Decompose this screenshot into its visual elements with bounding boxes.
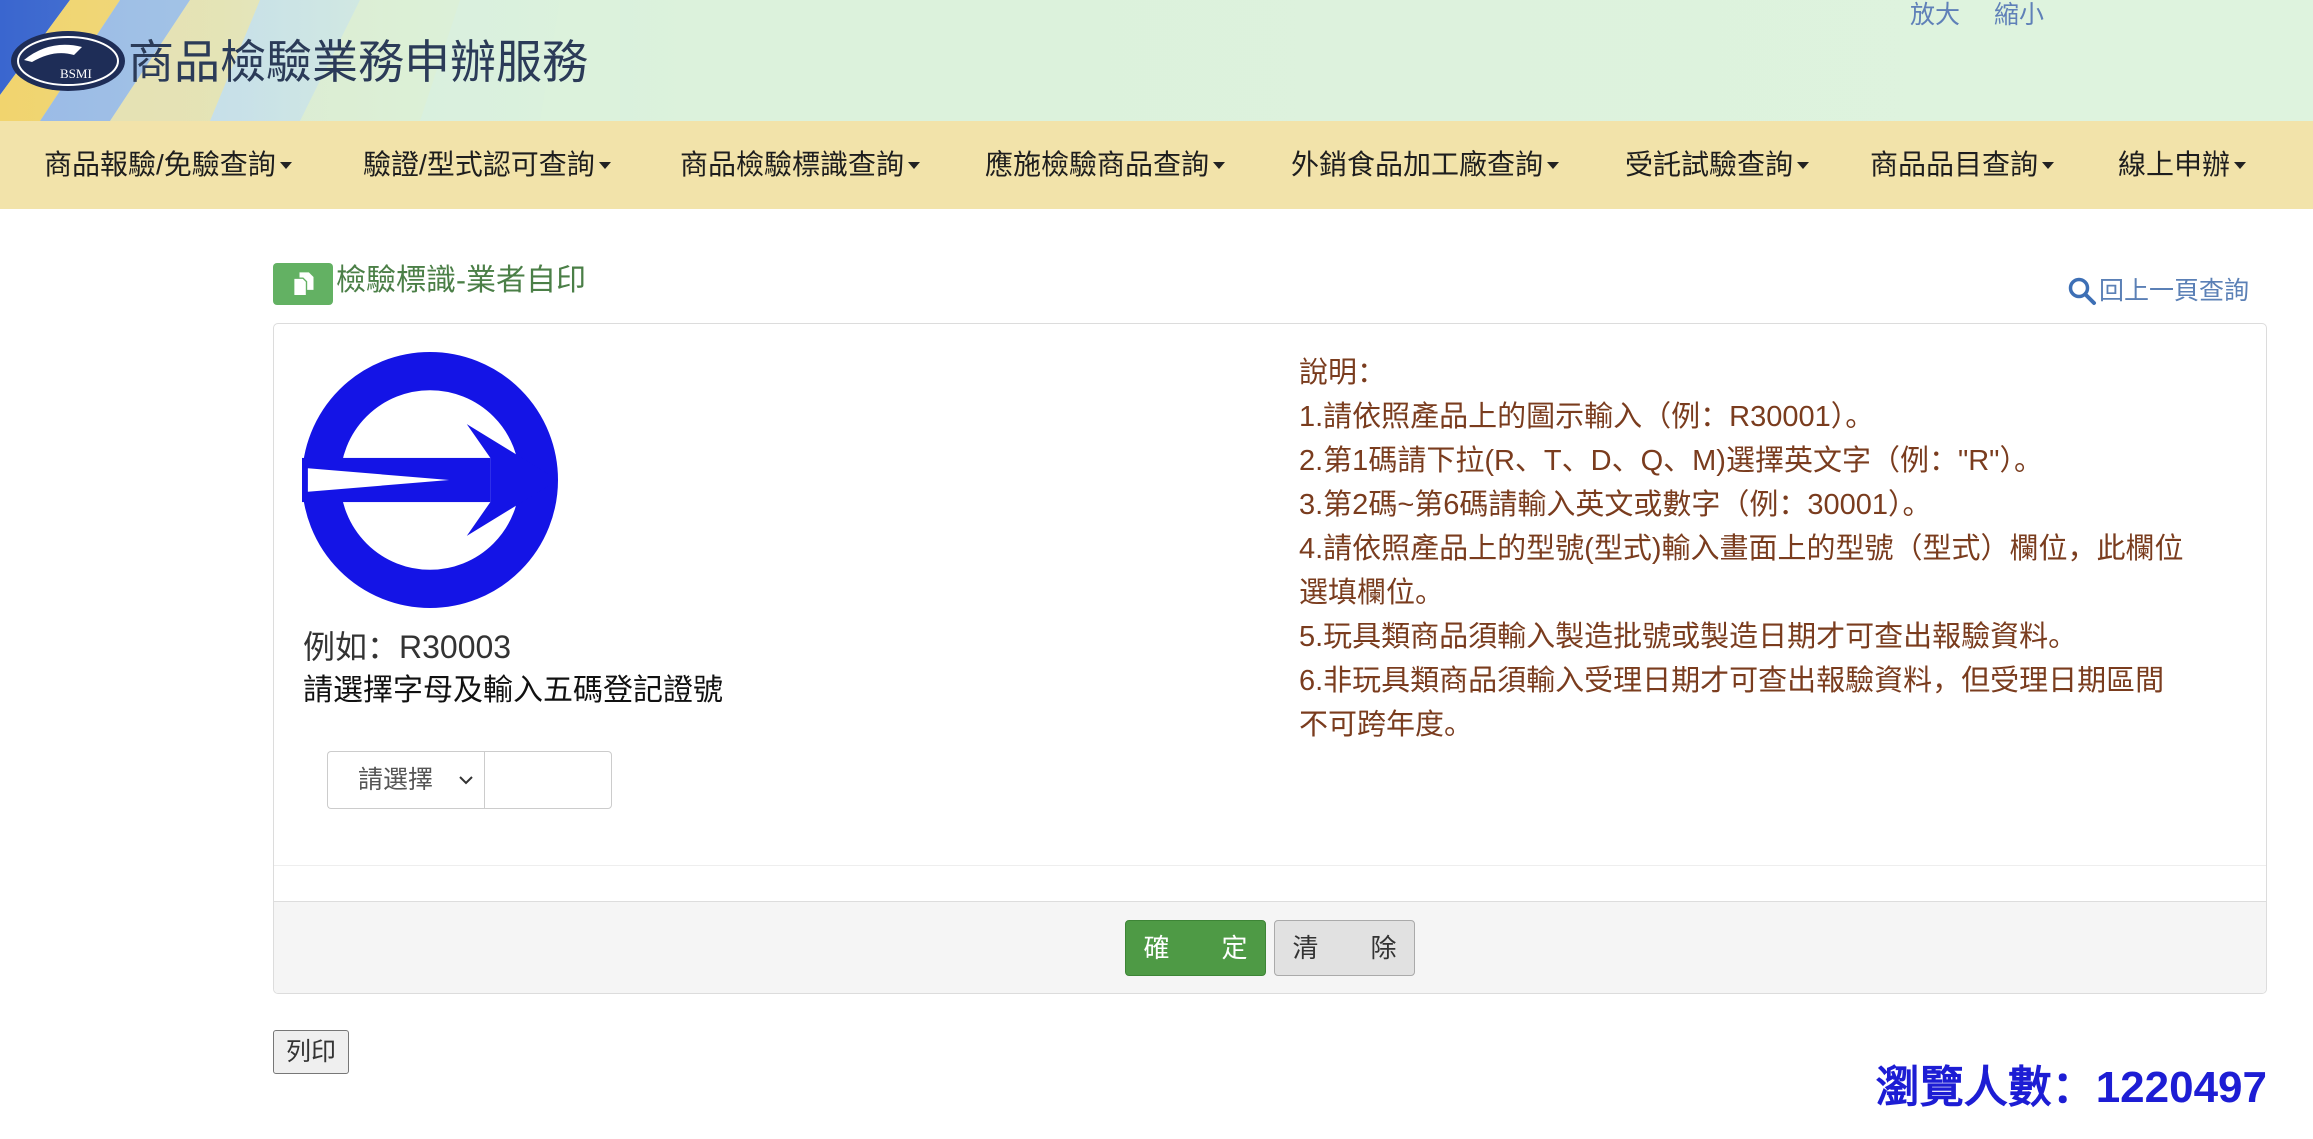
nav-item-product-category-query[interactable]: 商品品目查詢 (1870, 121, 2055, 209)
instruction-line: 1.請依照產品上的圖示輸入（例：R30001）。 (1299, 401, 1875, 433)
site-title: 商品檢驗業務申辦服務 (128, 36, 588, 88)
caret-down-icon (1547, 161, 1560, 169)
instruction-line: 6.非玩具類商品須輸入受理日期才可查出報驗資料，但受理日期區間 (1299, 665, 2165, 697)
nav-item-label: 驗證/型式認可查詢 (363, 149, 595, 180)
instruction-line: 選填欄位。 (1299, 577, 1445, 609)
nav-item-online-application[interactable]: 線上申辦 (2118, 121, 2247, 209)
zoom-out-link[interactable]: 縮小 (1994, 0, 2044, 30)
caret-down-icon (1213, 161, 1226, 169)
nav-item-inspection-mark-query[interactable]: 商品檢驗標識查詢 (680, 121, 921, 209)
back-to-previous-query-link[interactable]: 回上一頁查詢 (2066, 273, 2249, 309)
page-title: 檢驗標識-業者自印 (336, 264, 586, 297)
letter-select[interactable]: 請選擇 (327, 751, 485, 809)
chevron-down-icon (457, 771, 475, 789)
nav-item-label: 線上申辦 (2118, 149, 2231, 180)
instruction-label: 請選擇字母及輸入五碼登記證號 (303, 674, 723, 707)
copy-document-icon (273, 263, 333, 305)
nav-item-label: 外銷食品加工廠查詢 (1291, 149, 1544, 180)
instruction-item: 5.玩具類商品須輸入製造批號或製造日期才可查出報驗資料。 (1299, 615, 2239, 659)
nav-item-certification-query[interactable]: 驗證/型式認可查詢 (363, 121, 611, 209)
commodity-inspection-mark-icon (302, 352, 558, 608)
nav-item-commissioned-test-query[interactable]: 受託試驗查詢 (1625, 121, 1810, 209)
caret-down-icon (2042, 161, 2055, 169)
visitor-counter: 瀏覽人數：1220497 (1876, 1061, 2267, 1115)
nav-item-regulated-products-query[interactable]: 應施檢驗商品查詢 (985, 121, 1226, 209)
nav-item-label: 應施檢驗商品查詢 (985, 149, 1210, 180)
instruction-line: 2.第1碼請下拉(R、T、D、Q、M)選擇英文字（例："R"）。 (1299, 445, 2043, 477)
site-header: BSMI 商品檢驗業務申辦服務 放大 縮小 (0, 0, 2313, 121)
query-panel: 例如：R30003 請選擇字母及輸入五碼登記證號 請選擇 說明： 1.請依照產品… (273, 323, 2267, 994)
clear-button[interactable]: 清 除 (1274, 919, 1415, 976)
instruction-line: 3.第2碼~第6碼請輸入英文或數字（例：30001）。 (1299, 489, 1932, 521)
panel-footer: 確 定 清 除 (274, 901, 2266, 993)
instruction-line: 不可跨年度。 (1299, 709, 1474, 741)
confirm-button[interactable]: 確 定 (1125, 919, 1266, 976)
panel-divider (274, 865, 2266, 866)
instruction-item: 3.第2碼~第6碼請輸入英文或數字（例：30001）。 (1299, 483, 2239, 527)
instruction-line: 4.請依照產品上的型號(型式)輸入畫面上的型號（型式）欄位，此欄位 (1299, 533, 2184, 565)
instruction-line: 5.玩具類商品須輸入製造批號或製造日期才可查出報驗資料。 (1299, 621, 2078, 653)
caret-down-icon (908, 161, 921, 169)
bsmi-logo-icon[interactable]: BSMI (10, 30, 126, 92)
nav-item-label: 商品品目查詢 (1870, 149, 2039, 180)
caret-down-icon (2234, 161, 2247, 169)
main-nav: 商品報驗/免驗查詢 驗證/型式認可查詢 商品檢驗標識查詢 應施檢驗商品查詢 外銷… (0, 121, 2313, 209)
instructions-panel: 說明： 1.請依照產品上的圖示輸入（例：R30001）。 2.第1碼請下拉(R、… (1299, 351, 2239, 747)
nav-item-label: 受託試驗查詢 (1625, 149, 1794, 180)
visitor-count-label: 瀏覽人數： (1875, 1063, 2096, 1112)
instructions-heading: 說明： (1299, 357, 1387, 389)
print-button[interactable]: 列印 (273, 1030, 349, 1074)
caret-down-icon (598, 161, 611, 169)
nav-item-label: 商品檢驗標識查詢 (680, 149, 905, 180)
logo-text: BSMI (60, 66, 92, 81)
search-icon (2068, 277, 2096, 305)
example-label: 例如：R30003 (303, 629, 512, 665)
visitor-count-value: 1220497 (2095, 1063, 2267, 1112)
instruction-item: 4.請依照產品上的型號(型式)輸入畫面上的型號（型式）欄位，此欄位 選填欄位。 (1299, 527, 2239, 615)
zoom-in-link[interactable]: 放大 (1910, 0, 1960, 30)
nav-item-export-food-factory-query[interactable]: 外銷食品加工廠查詢 (1291, 121, 1560, 209)
nav-item-label: 商品報驗/免驗查詢 (44, 149, 276, 180)
registration-number-input[interactable] (484, 751, 612, 809)
back-link-label: 回上一頁查詢 (2099, 277, 2250, 305)
instruction-item: 6.非玩具類商品須輸入受理日期才可查出報驗資料，但受理日期區間 不可跨年度。 (1299, 659, 2239, 747)
instruction-item: 1.請依照產品上的圖示輸入（例：R30001）。 (1299, 395, 2239, 439)
caret-down-icon (1797, 161, 1810, 169)
letter-select-value: 請選擇 (358, 766, 434, 794)
caret-down-icon (279, 161, 292, 169)
instruction-item: 2.第1碼請下拉(R、T、D、Q、M)選擇英文字（例："R"）。 (1299, 439, 2239, 483)
nav-item-declaration-query[interactable]: 商品報驗/免驗查詢 (44, 121, 292, 209)
